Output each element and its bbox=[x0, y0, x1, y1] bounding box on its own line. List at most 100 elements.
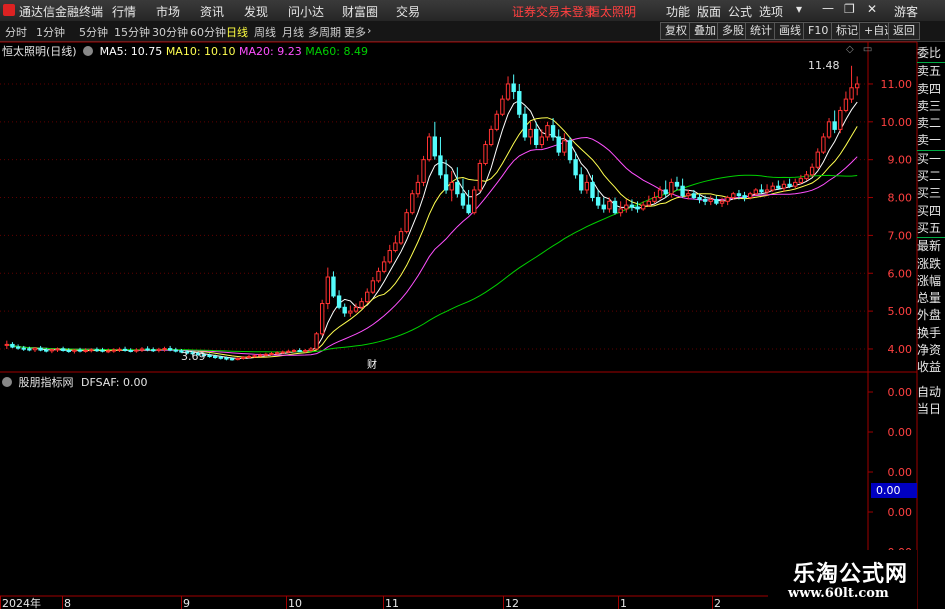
candle bbox=[10, 342, 15, 349]
sidebar-item[interactable]: 买二 bbox=[917, 168, 945, 185]
candle bbox=[438, 136, 443, 179]
time-tick-label: 10 bbox=[288, 597, 302, 609]
candle-body bbox=[207, 354, 212, 358]
sidebar-item[interactable]: 净资 bbox=[917, 342, 945, 359]
chart-title: 恒太照明(日线) bbox=[2, 45, 77, 58]
candle-body bbox=[697, 197, 702, 200]
candle bbox=[32, 347, 38, 352]
sidebar-item[interactable]: 买一 bbox=[917, 149, 945, 168]
candle-body bbox=[584, 181, 590, 191]
sidebar-item[interactable]: 买四 bbox=[917, 203, 945, 220]
candle bbox=[624, 199, 629, 213]
sidebar-item[interactable]: 换手 bbox=[917, 325, 945, 342]
candle-body bbox=[60, 348, 66, 351]
candle bbox=[804, 171, 809, 181]
candle bbox=[798, 174, 804, 185]
watermark-url: www.60lt.com bbox=[788, 586, 889, 601]
sidebar-item[interactable]: 卖四 bbox=[917, 81, 945, 98]
candle bbox=[4, 340, 10, 349]
candle-body bbox=[725, 197, 730, 202]
candle bbox=[528, 121, 533, 145]
candle bbox=[680, 178, 685, 198]
candle-body bbox=[145, 348, 150, 351]
candle bbox=[280, 350, 285, 354]
time-tick-label: 8 bbox=[64, 597, 71, 609]
sidebar-item[interactable]: 总量 bbox=[917, 290, 945, 307]
candle bbox=[793, 178, 798, 189]
expand-icon[interactable]: ▭ bbox=[863, 44, 872, 55]
candle-body bbox=[680, 185, 685, 197]
event-finance-marker[interactable]: 财 bbox=[367, 358, 377, 371]
candle bbox=[505, 76, 511, 101]
candle-body bbox=[156, 348, 162, 351]
candle-body bbox=[274, 352, 280, 355]
candle-body bbox=[325, 276, 331, 305]
candle-body bbox=[421, 159, 426, 183]
sidebar-item[interactable]: 涨幅 bbox=[917, 273, 945, 290]
candle bbox=[269, 351, 274, 356]
indicator-settings-icon[interactable] bbox=[2, 377, 12, 387]
candle-body bbox=[449, 181, 454, 191]
candle-body bbox=[736, 193, 742, 197]
candle-body bbox=[365, 291, 370, 303]
candle bbox=[72, 348, 77, 354]
sidebar-item[interactable]: 涨跌 bbox=[917, 256, 945, 273]
candle-body bbox=[691, 193, 697, 199]
candle bbox=[764, 184, 770, 196]
quote-sidebar: 委比 卖五 卖四 卖三 卖二 卖一 买一 买二 买三 买四 买五 最新 涨跌 涨幅 总量 外盘 换手 净资 收益 bbox=[917, 45, 945, 377]
sidebar-item[interactable]: 收益 bbox=[917, 359, 945, 376]
candle bbox=[94, 347, 100, 352]
candle-body bbox=[562, 140, 567, 153]
candle-body bbox=[314, 333, 319, 350]
sidebar-item[interactable]: 卖三 bbox=[917, 98, 945, 115]
candle-body bbox=[505, 83, 511, 100]
time-axis: 2024年 8 9 10 11 12 1 2 bbox=[0, 596, 721, 609]
candle bbox=[291, 348, 297, 353]
candle bbox=[579, 167, 584, 194]
indicator-title[interactable]: 股朋指标网 bbox=[19, 376, 74, 389]
price-tick-label: 4.00 bbox=[888, 343, 913, 356]
candle-body bbox=[404, 212, 409, 233]
candle bbox=[376, 267, 381, 283]
sidebar-item[interactable]: 卖一 bbox=[917, 132, 945, 149]
candle bbox=[545, 121, 550, 141]
candle-body bbox=[393, 242, 398, 252]
candle-body bbox=[522, 113, 528, 138]
candle-body bbox=[528, 128, 533, 138]
candle-body bbox=[776, 185, 781, 189]
candle-body bbox=[252, 355, 257, 358]
candle-body bbox=[714, 198, 719, 204]
kline-chart[interactable]: 4.005.006.007.008.009.0010.0011.00 2024年… bbox=[0, 0, 945, 609]
sidebar-item[interactable]: 卖五 bbox=[917, 62, 945, 80]
candle-body bbox=[83, 349, 88, 352]
candle bbox=[567, 136, 573, 164]
candle bbox=[117, 347, 122, 352]
candle bbox=[398, 227, 404, 245]
sidebar-item[interactable]: 委比 bbox=[917, 45, 945, 62]
candle-body bbox=[331, 276, 336, 297]
main-legend: 恒太照明(日线) MA5: 10.75 MA10: 10.10 MA20: 9.… bbox=[2, 43, 368, 59]
candle bbox=[500, 95, 505, 117]
candle-body bbox=[635, 206, 640, 210]
sidebar-item[interactable]: 卖二 bbox=[917, 115, 945, 132]
candle bbox=[134, 348, 139, 353]
candle-body bbox=[612, 200, 618, 214]
sidebar-item[interactable]: 外盘 bbox=[917, 307, 945, 324]
diamond-icon[interactable]: ◇ bbox=[846, 44, 854, 55]
candle bbox=[393, 235, 398, 253]
candle-body bbox=[381, 261, 387, 272]
sidebar-item[interactable]: 买三 bbox=[917, 185, 945, 202]
candle-body bbox=[731, 193, 736, 199]
sidebar-item[interactable]: 自动 bbox=[917, 384, 945, 401]
candle-body bbox=[460, 193, 466, 206]
sidebar-item[interactable]: 当日 bbox=[917, 401, 945, 418]
ma10-line bbox=[6, 117, 858, 358]
sidebar-item[interactable]: 买五 bbox=[917, 220, 945, 237]
candle-body bbox=[336, 295, 342, 308]
sidebar-item[interactable]: 最新 bbox=[917, 237, 945, 255]
candle-body bbox=[573, 159, 578, 176]
candle-body bbox=[483, 144, 488, 164]
candle bbox=[742, 191, 747, 202]
settings-icon[interactable] bbox=[83, 46, 94, 56]
candle-body bbox=[303, 349, 308, 353]
